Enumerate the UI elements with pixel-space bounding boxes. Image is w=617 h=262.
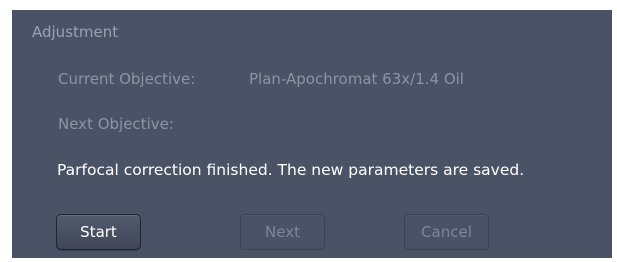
current-objective-value: Plan-Apochromat 63x/1.4 Oil (249, 70, 464, 88)
status-message: Parfocal correction finished. The new pa… (57, 161, 525, 179)
group-title: Adjustment (32, 23, 119, 41)
start-button[interactable]: Start (56, 214, 141, 250)
next-button[interactable]: Next (240, 214, 325, 250)
cancel-button[interactable]: Cancel (404, 214, 489, 250)
next-objective-label: Next Objective: (58, 115, 174, 133)
current-objective-label: Current Objective: (58, 70, 196, 88)
adjustment-panel: Adjustment Current Objective: Plan-Apoch… (12, 10, 612, 258)
